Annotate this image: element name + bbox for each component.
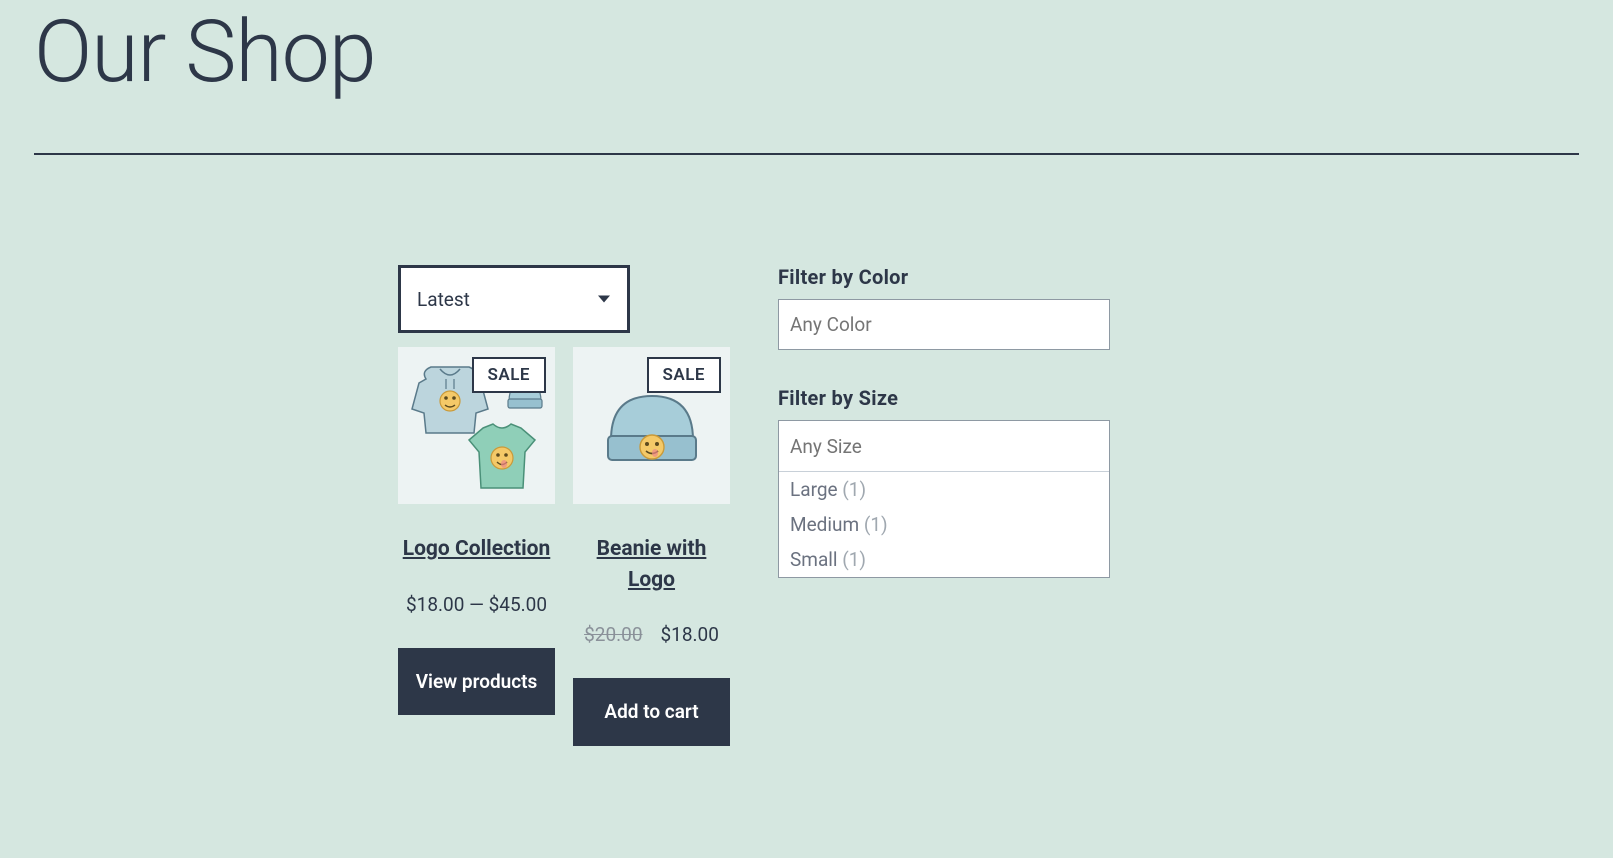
products-grid: SALE Logo Collection $18.00 — $45.00 Vie… xyxy=(398,347,730,745)
filter-size-input[interactable] xyxy=(779,421,1109,472)
option-name: Large xyxy=(790,478,838,501)
size-option-small[interactable]: Small (1) xyxy=(779,542,1109,577)
sort-select[interactable]: Latest xyxy=(398,265,630,333)
product-price: $18.00 — $45.00 xyxy=(398,593,555,616)
filter-color-input[interactable] xyxy=(778,299,1110,350)
product-card: SALE Logo Collection $18.00 — $45.00 Vie… xyxy=(398,347,555,745)
price-current: $18.00 xyxy=(661,623,719,646)
option-count: (1) xyxy=(864,513,888,536)
add-to-cart-button[interactable]: Add to cart xyxy=(573,678,730,746)
product-image[interactable]: SALE xyxy=(398,347,555,504)
filter-color-label: Filter by Color xyxy=(778,265,1114,289)
content-wrapper: Latest xyxy=(0,155,1613,745)
option-name: Small xyxy=(790,548,838,571)
price-original: $20.00 xyxy=(584,623,642,646)
product-title-link[interactable]: Beanie with Logo xyxy=(573,534,730,595)
sort-select-wrapper: Latest xyxy=(398,265,630,333)
product-price: $20.00 $18.00 xyxy=(573,623,730,646)
page-title: Our Shop xyxy=(0,0,1613,103)
sale-badge: SALE xyxy=(472,357,547,393)
products-area: Latest xyxy=(398,265,730,745)
sale-badge: SALE xyxy=(647,357,722,393)
option-name: Medium xyxy=(790,513,859,536)
product-title-link[interactable]: Logo Collection xyxy=(398,534,555,564)
view-products-button[interactable]: View products xyxy=(398,648,555,716)
size-option-medium[interactable]: Medium (1) xyxy=(779,507,1109,542)
filter-size-label: Filter by Size xyxy=(778,386,1114,410)
option-count: (1) xyxy=(842,478,866,501)
filters-area: Filter by Color Filter by Size Large (1)… xyxy=(778,265,1114,745)
filter-size-dropdown: Large (1) Medium (1) Small (1) xyxy=(778,420,1110,578)
product-image[interactable]: SALE xyxy=(573,347,730,504)
tshirt-icon xyxy=(463,422,541,494)
filter-size-group: Filter by Size Large (1) Medium (1) Smal… xyxy=(778,386,1114,578)
size-option-large[interactable]: Large (1) xyxy=(779,472,1109,507)
product-card: SALE Beanie with Logo $20.00 $18.00 Add t… xyxy=(573,347,730,745)
beanie-icon xyxy=(597,382,707,470)
filter-color-group: Filter by Color xyxy=(778,265,1114,350)
option-count: (1) xyxy=(842,548,866,571)
